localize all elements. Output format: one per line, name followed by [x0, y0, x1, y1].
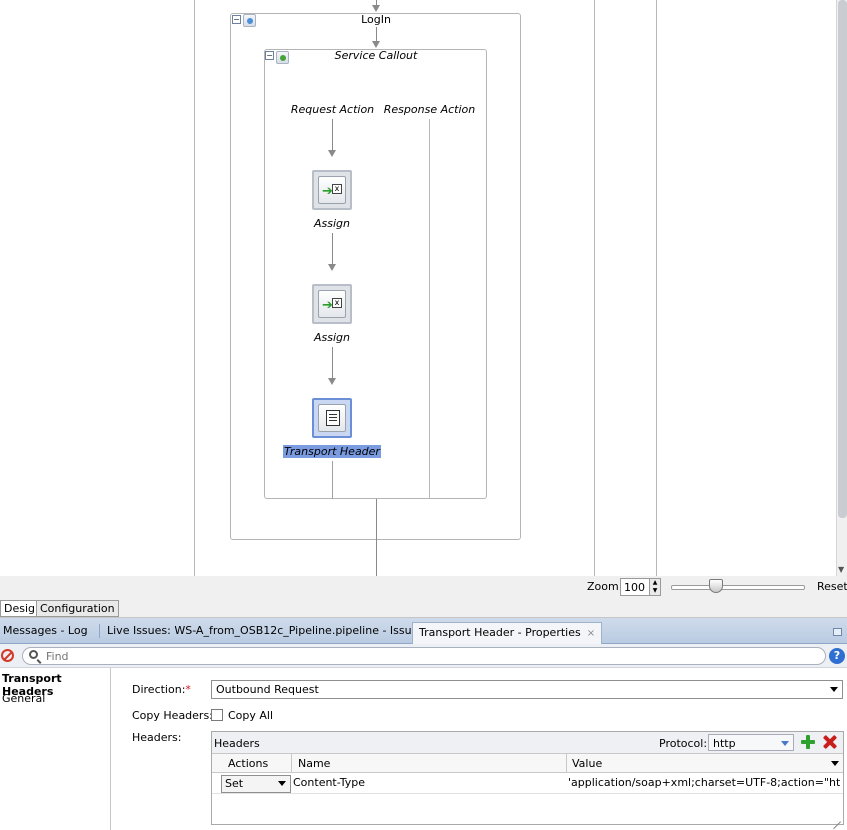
header-value-cell[interactable]: 'application/soap+xml;charset=UTF-8;acti…: [568, 776, 840, 789]
column-value[interactable]: Value: [572, 757, 602, 770]
required-mark: *: [185, 683, 191, 696]
flow-connector: [332, 347, 333, 379]
flow-connector: [332, 119, 333, 151]
headers-toolbar: Headers Protocol: http: [212, 732, 843, 754]
help-icon[interactable]: ?: [829, 648, 845, 664]
column-menu-icon[interactable]: [831, 761, 839, 766]
copy-all-label: Copy All: [228, 709, 274, 722]
lane-divider: [594, 0, 595, 576]
response-lane-line: [429, 119, 430, 499]
transport-header-label: Transport Header: [274, 445, 390, 458]
reset-button[interactable]: Reset: [817, 580, 847, 593]
flow-connector: [332, 461, 333, 499]
headers-table-panel: Headers Protocol: http Actions Name Valu…: [211, 731, 844, 825]
action-select[interactable]: Set: [221, 775, 291, 793]
zoom-bar: Zoom: ▲▼ Reset: [0, 576, 847, 598]
stage-title: LogIn: [361, 13, 391, 26]
properties-panel: Transport Headers General Direction:* Ou…: [0, 668, 847, 830]
lane-divider: [656, 0, 657, 576]
response-action-label: Response Action: [383, 103, 476, 116]
canvas-vertical-scrollbar[interactable]: ▼: [836, 0, 847, 576]
tab-transport-header-properties[interactable]: Transport Header - Properties ×: [412, 622, 603, 644]
zoom-spinner[interactable]: ▲ ▼: [649, 578, 661, 596]
zoom-slider-track[interactable]: [671, 585, 805, 590]
search-icon: [29, 650, 38, 659]
flow-connector: [376, 499, 377, 540]
resize-grip-icon[interactable]: [832, 813, 842, 823]
log-tab-bar: Messages - Log Live Issues: WS-A_from_OS…: [0, 618, 847, 644]
request-action-label: Request Action: [290, 103, 375, 116]
tab-separator: [99, 624, 100, 638]
flow-connector: [376, 540, 377, 576]
assign-label: Assign: [314, 217, 350, 230]
editor-tabs: Design Configuration: [0, 598, 847, 618]
header-name-cell[interactable]: Content-Type: [293, 776, 365, 789]
callout-title: Service Callout: [334, 49, 418, 62]
transport-header-icon: [318, 404, 346, 432]
assign-label: Assign: [314, 331, 350, 344]
add-header-icon[interactable]: [800, 734, 816, 750]
tab-messages-log[interactable]: Messages - Log: [3, 624, 88, 637]
clear-stop-icon[interactable]: [1, 649, 14, 662]
headers-label: Headers:: [132, 731, 182, 744]
chevron-down-icon: [278, 781, 286, 786]
nav-general[interactable]: General: [2, 692, 45, 705]
chevron-down-icon: [781, 741, 789, 746]
find-input[interactable]: [46, 649, 816, 663]
zoom-label: Zoom:: [587, 580, 623, 593]
collapse-callout-icon[interactable]: −: [265, 51, 274, 60]
stage-icon: [243, 14, 256, 27]
flow-arrow-head: [372, 5, 380, 12]
column-separator[interactable]: [291, 754, 292, 773]
headers-grid-header: Actions Name Value: [212, 754, 843, 773]
scroll-down-icon[interactable]: ▼: [838, 565, 844, 574]
zoom-slider-handle[interactable]: [709, 579, 723, 593]
flow-connector: [332, 233, 333, 265]
service-callout[interactable]: [264, 49, 487, 499]
collapse-stage-icon[interactable]: −: [232, 15, 241, 24]
flow-arrow-head: [328, 378, 336, 385]
transport-header-action[interactable]: [312, 398, 352, 438]
pipeline-design-canvas[interactable]: − LogIn − Service Callout Request Action…: [0, 0, 836, 576]
assign-action[interactable]: ➔ x: [312, 170, 352, 210]
assign-action[interactable]: ➔ x: [312, 284, 352, 324]
direction-value: Outbound Request: [216, 683, 319, 696]
headers-title: Headers: [214, 737, 260, 750]
flow-connector: [376, 27, 377, 41]
chevron-down-icon: [830, 687, 838, 692]
protocol-select[interactable]: http: [708, 734, 794, 751]
direction-label: Direction:*: [132, 683, 191, 696]
close-tab-icon[interactable]: ×: [587, 628, 595, 639]
protocol-value: http: [713, 737, 736, 750]
table-row[interactable]: Set Content-Type 'application/soap+xml;c…: [212, 773, 843, 794]
assign-icon: ➔ x: [318, 176, 346, 204]
direction-select[interactable]: Outbound Request: [211, 680, 843, 699]
copy-headers-label: Copy Headers:: [132, 709, 213, 722]
find-bar: ?: [0, 644, 847, 668]
zoom-input[interactable]: [620, 578, 650, 596]
delete-header-icon[interactable]: [822, 734, 838, 750]
flow-arrow-head: [328, 150, 336, 157]
assign-icon: ➔ x: [318, 290, 346, 318]
transport-header-label-text: Transport Header: [283, 445, 381, 458]
tab-live-issues[interactable]: Live Issues: WS-A_from_OSB12c_Pipeline.p…: [107, 624, 424, 637]
copy-all-checkbox[interactable]: [211, 709, 223, 721]
properties-nav: Transport Headers General: [0, 668, 111, 830]
find-field[interactable]: [22, 647, 826, 665]
minimize-panel-icon[interactable]: [833, 628, 842, 636]
protocol-label: Protocol:: [659, 737, 708, 750]
scrollbar-thumb[interactable]: [838, 0, 847, 518]
action-value: Set: [225, 777, 244, 790]
tab-label: Transport Header - Properties: [419, 626, 581, 639]
service-callout-icon: [276, 51, 289, 64]
column-name[interactable]: Name: [298, 757, 330, 770]
column-separator[interactable]: [566, 754, 567, 773]
column-actions[interactable]: Actions: [228, 757, 268, 770]
tab-configuration[interactable]: Configuration: [36, 600, 119, 617]
flow-arrow-head: [328, 264, 336, 271]
lane-divider: [194, 0, 195, 576]
flow-arrow-head: [372, 41, 380, 48]
